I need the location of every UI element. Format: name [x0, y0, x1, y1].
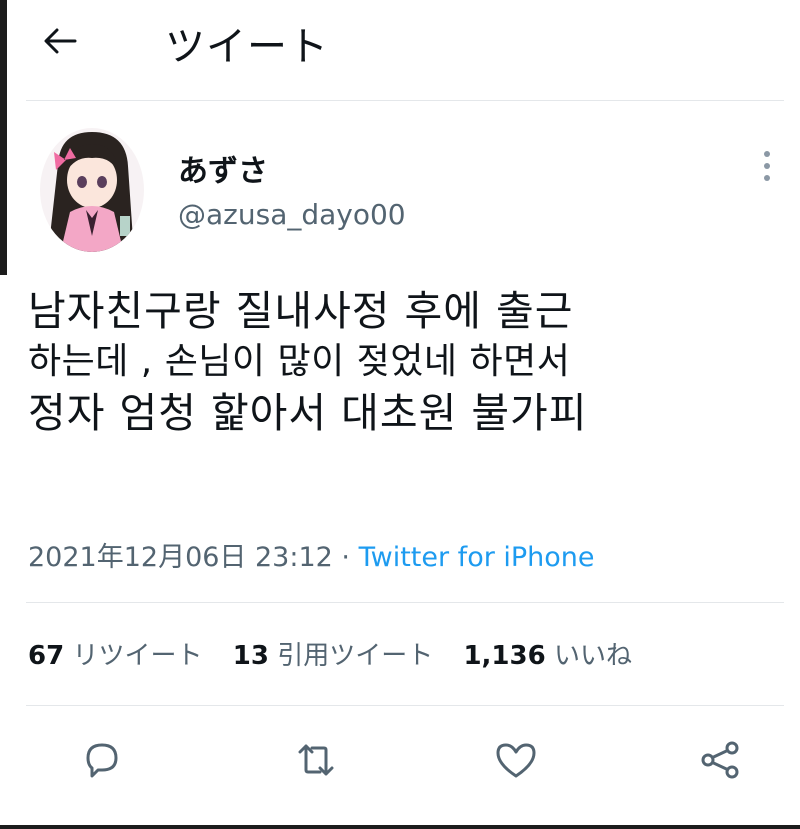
user-handle[interactable]: @azusa_dayo00 [178, 198, 406, 231]
retweet-icon [298, 744, 334, 776]
quote-count: 13 [232, 641, 269, 671]
page-title: ツイート [165, 24, 329, 70]
meta-separator: · [341, 542, 351, 573]
like-label: いいね [553, 641, 632, 671]
share-icon [701, 741, 739, 779]
like-button[interactable] [488, 732, 544, 788]
likes-stat[interactable]: 1,136 いいね [463, 641, 632, 671]
tweet-text: 남자친구랑 질내사정 후에 출근 하는데 , 손님이 많이 젖었네 하면서 정자… [28, 286, 788, 439]
screen-edge [0, 825, 800, 829]
avatar[interactable] [40, 124, 144, 254]
tweet-line: 남자친구랑 질내사정 후에 출근 [28, 287, 574, 335]
retweet-label: リツイート [72, 641, 203, 671]
quotes-stat[interactable]: 13 引用ツイート [233, 641, 433, 671]
quote-label: 引用ツイート [277, 641, 434, 671]
like-icon [496, 743, 536, 778]
tweet-line: 정자 엄청 핥아서 대초원 불가피 [28, 389, 588, 437]
tweet-line: 하는데 , 손님이 많이 젖었네 하면서 [28, 341, 571, 382]
divider [26, 602, 784, 603]
divider [26, 100, 784, 101]
share-button[interactable] [692, 732, 748, 788]
more-vertical-icon [764, 151, 770, 181]
tweet-stats: 67 リツイート 13 引用ツイート 1,136 いいね [28, 635, 632, 672]
divider [26, 705, 784, 706]
reply-icon [86, 743, 118, 778]
tweet-source-link[interactable]: Twitter for iPhone [359, 542, 595, 573]
arrow-left-icon [44, 28, 77, 54]
retweet-count: 67 [28, 641, 65, 671]
retweet-button[interactable] [288, 732, 344, 788]
display-name[interactable]: あずさ [178, 146, 268, 190]
tweet-meta: 2021年12月06日 23:12 · Twitter for iPhone [28, 535, 595, 574]
more-options-button[interactable] [752, 140, 782, 192]
anime-girl-avatar [40, 128, 144, 252]
back-button[interactable] [40, 24, 80, 58]
tweet-timestamp[interactable]: 2021年12月06日 23:12 [28, 542, 333, 573]
retweets-stat[interactable]: 67 リツイート [28, 641, 202, 671]
reply-button[interactable] [74, 732, 130, 788]
like-count: 1,136 [463, 641, 546, 671]
header: ツイート [0, 0, 800, 100]
